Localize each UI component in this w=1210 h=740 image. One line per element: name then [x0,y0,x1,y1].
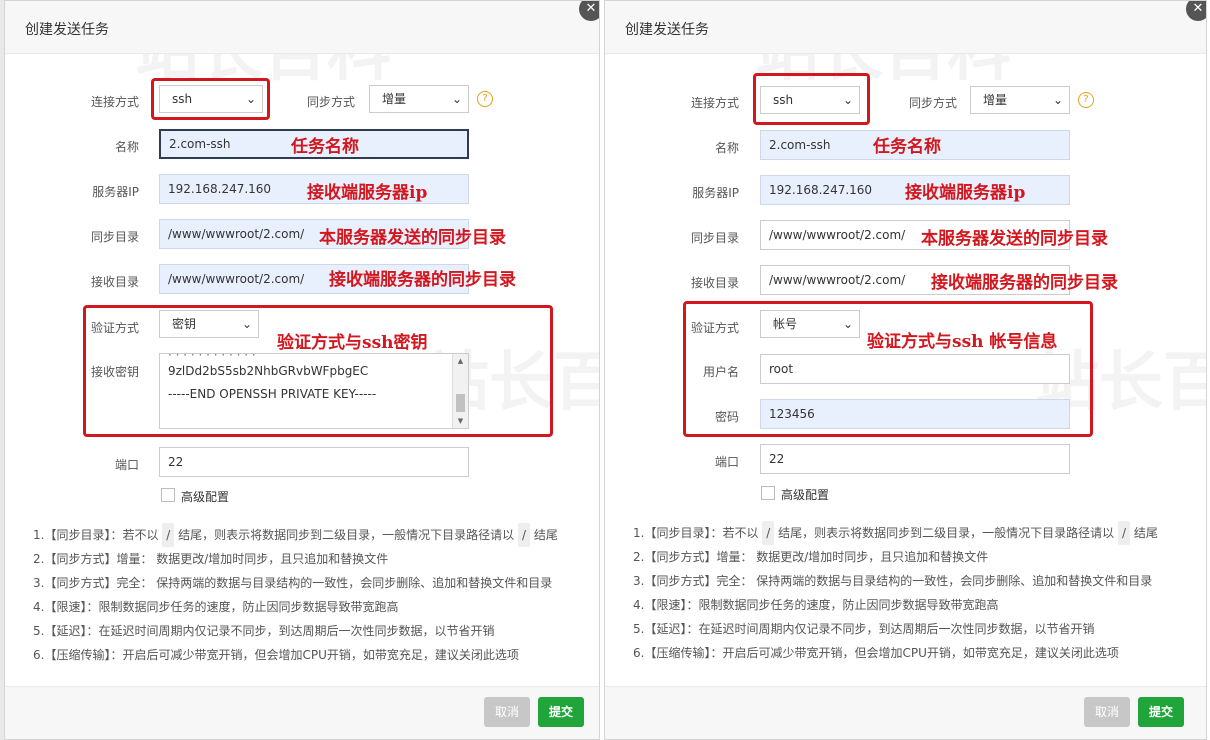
note-1: 1.【同步目录】：若不以 / 结尾，则表示将数据同步到二级目录，一般情况下目录路… [633,521,1158,545]
annotation-recv-dir: 接收端服务器的同步目录 [931,273,1118,293]
name-label: 名称 [114,140,139,154]
connect-label: 连接方式 [690,96,739,110]
dialog-header: 创建发送任务 [605,1,1206,54]
annotation-name: 任务名称 [873,137,941,157]
note-2: 2.【同步方式】增量： 数据更改/增加时同步，且只追加和替换文件 [33,552,389,566]
recv-dir-label: 接收目录 [90,275,139,289]
advanced-label: 高级配置 [781,488,830,502]
sync-dir-label: 同步目录 [90,230,139,244]
annotation-ip: 接收端服务器ip [307,183,428,203]
submit-button[interactable]: 提交 [538,697,584,727]
annotation-auth: 验证方式与ssh密钥 [277,333,428,353]
annotation-box [151,78,270,120]
key-line: -----END OPENSSH PRIVATE KEY----- [168,387,377,401]
sync-mode-value: 增量 [382,92,407,106]
user-label: 用户名 [702,365,739,379]
annotation-sync-dir: 本服务器发送的同步目录 [921,229,1108,249]
chevron-down-icon: ⌄ [451,92,462,106]
annotation-sync-dir: 本服务器发送的同步目录 [319,228,506,248]
auth-select-value: 密钥 [172,317,197,331]
sync-mode-select[interactable]: 增量 ⌄ [970,86,1070,114]
notes-list: 1.【同步目录】：若不以 / 结尾，则表示将数据同步到二级目录，一般情况下目录路… [33,523,558,667]
note-6: 6.【压缩传输】：开启后可减少带宽开销，但会增加CPU开销，如带宽充足，建议关闭… [33,648,519,662]
pass-input[interactable]: 123456 [760,399,1070,429]
annotation-recv-dir: 接收端服务器的同步目录 [329,270,516,290]
key-textarea[interactable]: · · · · · · · · · · · · 9zlDd2bS5sb2NhbG… [159,353,469,429]
key-line: 9zlDd2bS5sb2NhbGRvbWFpbgEC [168,364,369,378]
annotation-ip: 接收端服务器ip [905,183,1026,203]
note-6: 6.【压缩传输】：开启后可减少带宽开销，但会增加CPU开销，如带宽充足，建议关闭… [633,646,1119,660]
annotation-box [753,73,870,125]
auth-select-value: 帐号 [773,317,798,331]
sync-mode-label: 同步方式 [908,96,957,110]
sync-mode-value: 增量 [983,93,1008,107]
annotation-name: 任务名称 [291,137,359,157]
cancel-button[interactable]: 取消 [484,697,530,727]
key-label: 接收密钥 [90,365,139,379]
sync-mode-label: 同步方式 [306,95,355,109]
auth-select[interactable]: 帐号 ⌄ [760,310,860,338]
help-icon[interactable]: ? [1078,92,1094,108]
dialog-create-send-task-account: 站长百科 站长百科 创建发送任务 ✕ 连接方式 ssh ⌄ 同步方式 增量 ⌄ … [604,0,1207,740]
dialog-title: 创建发送任务 [25,22,109,38]
dialog-footer: 取消 提交 [605,686,1206,739]
sync-dir-label: 同步目录 [690,231,739,245]
dialog-title: 创建发送任务 [625,22,709,38]
cancel-button[interactable]: 取消 [1084,697,1130,727]
recv-dir-label: 接收目录 [690,276,739,290]
port-label: 端口 [714,455,739,469]
chevron-down-icon: ⌄ [842,317,853,331]
name-label: 名称 [714,141,739,155]
port-input[interactable]: 22 [159,447,469,477]
scroll-up-icon[interactable]: ▲ [453,354,468,368]
key-line-partial: · · · · · · · · · · · · [168,353,256,362]
port-label: 端口 [114,458,139,472]
auth-label: 验证方式 [90,321,139,335]
chevron-down-icon: ⌄ [1052,93,1063,107]
note-2: 2.【同步方式】增量： 数据更改/增加时同步，且只追加和替换文件 [633,550,989,564]
note-4: 4.【限速】：限制数据同步任务的速度，防止因同步数据导致带宽跑高 [633,598,999,612]
pass-label: 密码 [714,410,739,424]
note-1: 1.【同步目录】：若不以 / 结尾，则表示将数据同步到二级目录，一般情况下目录路… [33,523,558,547]
note-3: 3.【同步方式】完全： 保持两端的数据与目录结构的一致性，会同步删除、追加和替换… [33,576,553,590]
connect-label: 连接方式 [90,95,139,109]
port-input[interactable]: 22 [760,444,1070,474]
auth-select[interactable]: 密钥 ⌄ [159,310,259,338]
help-icon[interactable]: ? [477,91,493,107]
notes-list: 1.【同步目录】：若不以 / 结尾，则表示将数据同步到二级目录，一般情况下目录路… [633,521,1158,665]
scroll-down-icon[interactable]: ▼ [453,414,468,428]
auth-label: 验证方式 [690,321,739,335]
close-icon[interactable]: ✕ [579,1,599,21]
dialog-footer: 取消 提交 [5,686,599,739]
sync-mode-select[interactable]: 增量 ⌄ [369,85,469,113]
note-5: 5.【延迟】：在延迟时间周期内仅记录不同步，到达周期后一次性同步数据，以节省开销 [633,622,1095,636]
close-icon[interactable]: ✕ [1186,1,1206,21]
chevron-down-icon: ⌄ [241,317,252,331]
dialog-header: 创建发送任务 [5,1,599,54]
advanced-label: 高级配置 [181,490,230,504]
advanced-checkbox[interactable] [161,488,175,502]
advanced-checkbox[interactable] [761,486,775,500]
scroll-thumb[interactable] [456,394,465,412]
scrollbar[interactable]: ▲ ▼ [452,354,468,428]
ip-label: 服务器IP [692,186,739,200]
submit-button[interactable]: 提交 [1138,697,1184,727]
dialog-create-send-task-key: 站长百科 站长百科 创建发送任务 ✕ 连接方式 ssh ⌄ 同步方式 增量 ⌄ … [4,0,600,740]
annotation-auth: 验证方式与ssh 帐号信息 [867,332,1058,352]
note-4: 4.【限速】：限制数据同步任务的速度，防止因同步数据导致带宽跑高 [33,600,399,614]
user-input[interactable]: root [760,354,1070,384]
note-3: 3.【同步方式】完全： 保持两端的数据与目录结构的一致性，会同步删除、追加和替换… [633,574,1153,588]
ip-label: 服务器IP [92,185,139,199]
note-5: 5.【延迟】：在延迟时间周期内仅记录不同步，到达周期后一次性同步数据，以节省开销 [33,624,495,638]
